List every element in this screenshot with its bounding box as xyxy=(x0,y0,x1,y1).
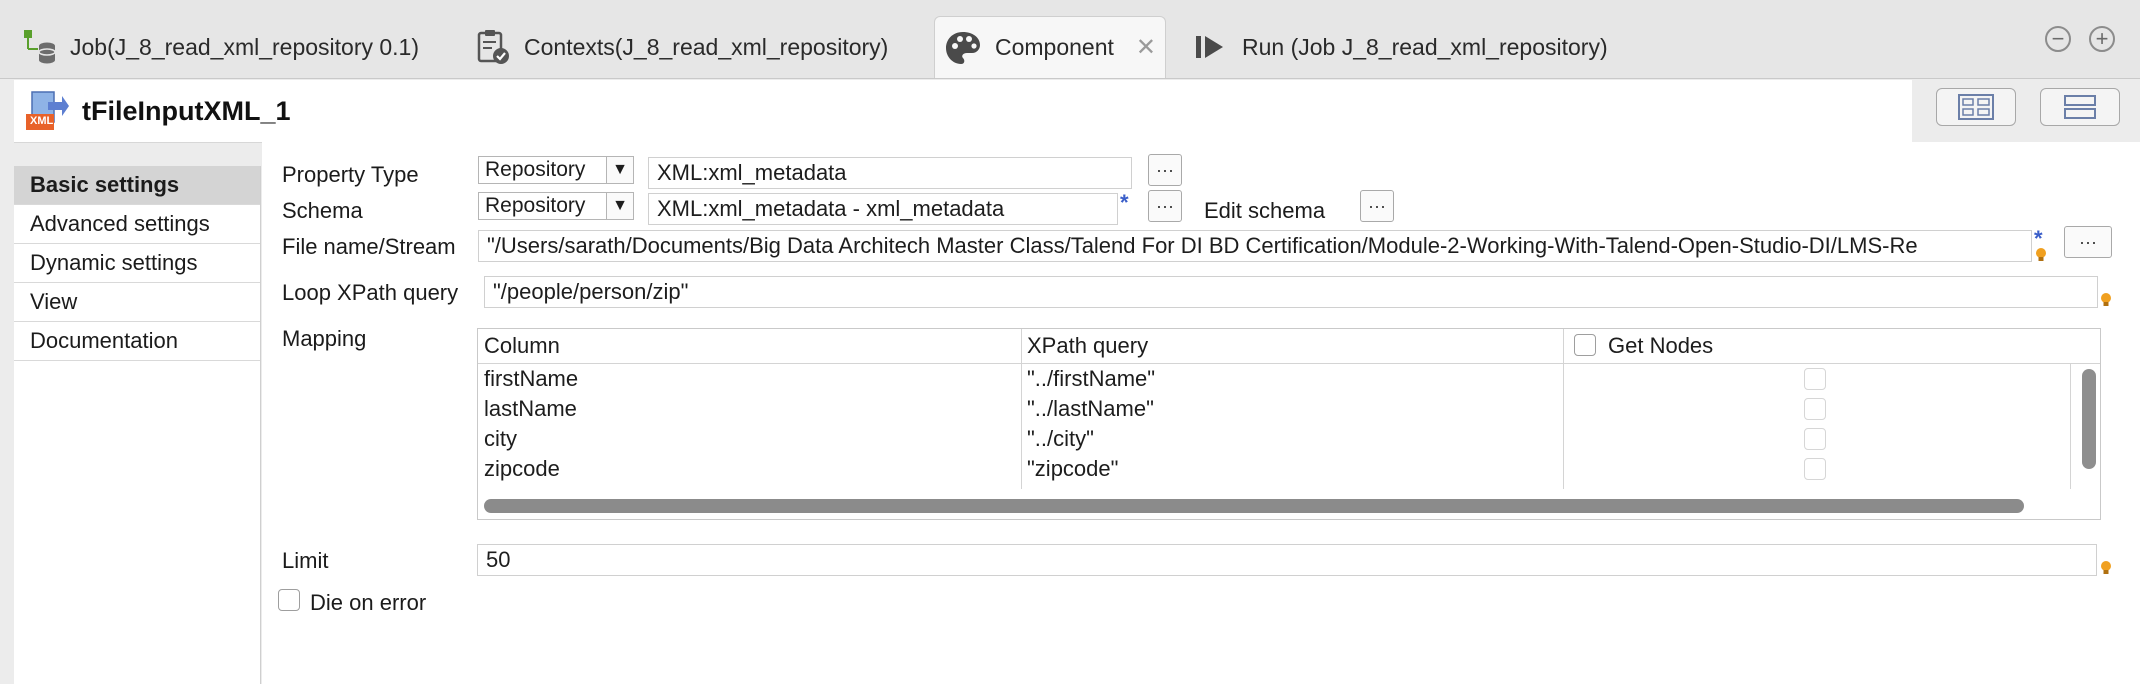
get-nodes-header-checkbox[interactable] xyxy=(1574,334,1596,356)
xml-icon-text: XML xyxy=(30,115,54,127)
nav-view[interactable]: View xyxy=(14,283,260,322)
nav-dynamic-settings[interactable]: Dynamic settings xyxy=(14,244,260,283)
grid-layout-icon xyxy=(1958,94,1994,120)
modified-star-icon: * xyxy=(1120,190,1129,215)
horizontal-scrollbar[interactable] xyxy=(484,499,2024,513)
job-database-icon xyxy=(18,27,58,67)
get-nodes-checkbox[interactable] xyxy=(1804,398,1826,420)
tab-run[interactable]: Run (Job J_8_read_xml_repository) xyxy=(1190,16,1608,78)
limit-field[interactable]: 50 xyxy=(477,544,2097,576)
tab-contexts[interactable]: Contexts(J_8_read_xml_repository) xyxy=(472,16,888,78)
property-type-label: Property Type xyxy=(282,162,419,187)
get-nodes-header: Get Nodes xyxy=(1608,333,1714,358)
property-type-select-value: Repository xyxy=(485,158,586,181)
column-cell: firstName xyxy=(484,366,579,391)
column-divider xyxy=(2070,363,2071,489)
tab-job[interactable]: Job(J_8_read_xml_repository 0.1) xyxy=(18,16,419,78)
dropdown-arrow-icon: ▼ xyxy=(606,193,633,219)
loop-xpath-label: Loop XPath query xyxy=(282,280,459,305)
editor-tab-bar: Job(J_8_read_xml_repository 0.1) Context… xyxy=(0,0,2140,79)
loop-xpath-field[interactable]: "/people/person/zip" xyxy=(484,276,2098,308)
limit-label: Limit xyxy=(282,548,329,573)
mapping-table-header: Column XPath query Get Nodes xyxy=(478,329,2100,364)
die-on-error-checkbox[interactable] xyxy=(278,589,300,611)
column-cell: zipcode xyxy=(484,456,560,481)
minimize-icon[interactable]: − xyxy=(2045,26,2071,52)
component-title: tFileInputXML_1 xyxy=(82,96,291,126)
schema-type-select[interactable]: Repository ▼ xyxy=(478,192,634,220)
xml-component-icon: XML xyxy=(24,90,70,137)
table-row[interactable]: firstName "../firstName" xyxy=(478,364,2070,394)
die-on-error-label: Die on error xyxy=(310,590,427,615)
property-type-browse-button[interactable]: ··· xyxy=(1148,154,1182,186)
file-name-label: File name/Stream xyxy=(282,234,456,259)
tab-label: Component xyxy=(995,34,1114,60)
lightbulb-icon xyxy=(2036,248,2046,261)
close-icon[interactable]: ✕ xyxy=(1136,33,1156,62)
file-name-field[interactable]: "/Users/sarath/Documents/Big Data Archit… xyxy=(478,230,2032,262)
table-row[interactable]: city "../city" xyxy=(478,424,2070,454)
xpath-cell[interactable]: "zipcode" xyxy=(1021,454,1118,484)
nav-basic-settings[interactable]: Basic settings xyxy=(14,166,260,205)
file-name-browse-button[interactable]: ··· xyxy=(2064,226,2112,258)
lightbulb-icon xyxy=(2101,293,2111,306)
mapping-table[interactable]: Column XPath query Get Nodes firstName "… xyxy=(477,328,2101,520)
grid-layout-button[interactable] xyxy=(1936,88,2016,126)
stack-layout-button[interactable] xyxy=(2040,88,2120,126)
contexts-clipboard-icon xyxy=(472,27,512,67)
schema-type-select-value: Repository xyxy=(485,194,586,217)
get-nodes-checkbox[interactable] xyxy=(1804,428,1826,450)
vertical-scrollbar[interactable] xyxy=(2082,369,2096,469)
xpath-cell[interactable]: "../city" xyxy=(1021,424,1094,454)
tab-label: Run (Job J_8_read_xml_repository) xyxy=(1242,33,1608,60)
schema-label: Schema xyxy=(282,198,363,223)
nav-documentation[interactable]: Documentation xyxy=(14,322,260,361)
property-type-field[interactable]: XML:xml_metadata xyxy=(648,157,1132,189)
schema-browse-button[interactable]: ··· xyxy=(1148,190,1182,222)
tab-label: Contexts(J_8_read_xml_repository) xyxy=(524,33,889,60)
column-cell: lastName xyxy=(484,396,577,421)
schema-field[interactable]: XML:xml_metadata - xml_metadata xyxy=(648,193,1118,225)
xpath-cell[interactable]: "../lastName" xyxy=(1021,394,1154,424)
settings-nav: Basic settings Advanced settings Dynamic… xyxy=(14,166,261,684)
tab-component[interactable]: Component ✕ xyxy=(934,16,1166,78)
maximize-icon[interactable]: + xyxy=(2089,26,2115,52)
stack-layout-icon xyxy=(2064,95,2096,119)
lightbulb-icon xyxy=(2101,561,2111,574)
run-icon xyxy=(1190,27,1230,67)
table-row[interactable]: zipcode "zipcode" xyxy=(478,454,2070,484)
edit-schema-label: Edit schema xyxy=(1204,198,1326,223)
xpath-header: XPath query xyxy=(1027,333,1149,358)
get-nodes-checkbox[interactable] xyxy=(1804,368,1826,390)
component-header: XML tFileInputXML_1 xyxy=(14,80,1912,143)
get-nodes-checkbox[interactable] xyxy=(1804,458,1826,480)
column-header: Column xyxy=(484,333,560,358)
palette-icon xyxy=(943,28,983,68)
tab-label: Job(J_8_read_xml_repository 0.1) xyxy=(70,33,420,60)
mapping-label: Mapping xyxy=(282,326,367,351)
dropdown-arrow-icon: ▼ xyxy=(606,157,633,183)
property-type-select[interactable]: Repository ▼ xyxy=(478,156,634,184)
column-cell: city xyxy=(484,426,517,451)
table-row[interactable]: lastName "../lastName" xyxy=(478,394,2070,424)
xpath-cell[interactable]: "../firstName" xyxy=(1021,364,1155,394)
nav-advanced-settings[interactable]: Advanced settings xyxy=(14,205,260,244)
edit-schema-button[interactable]: ··· xyxy=(1360,190,1394,222)
